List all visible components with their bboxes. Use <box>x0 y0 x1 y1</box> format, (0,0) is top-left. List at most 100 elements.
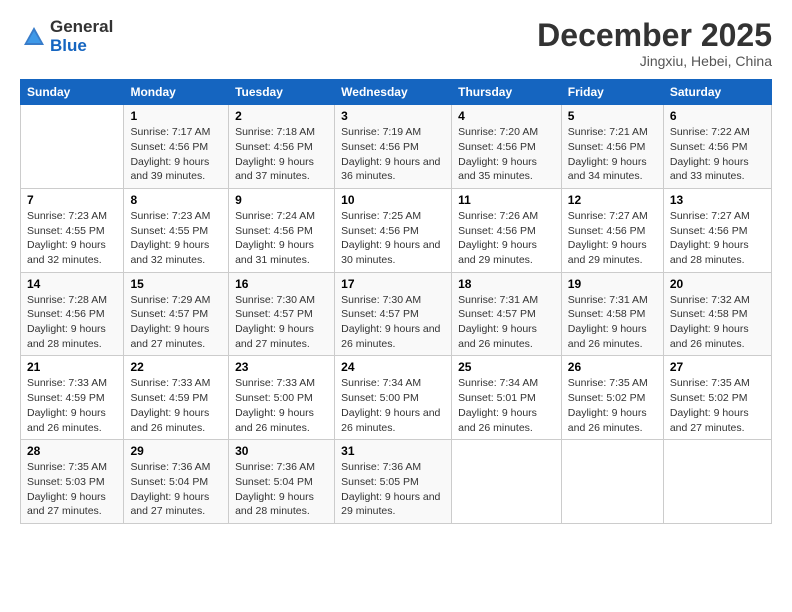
day-number: 2 <box>235 109 328 123</box>
day-number: 11 <box>458 193 555 207</box>
header-friday: Friday <box>561 80 663 105</box>
header-wednesday: Wednesday <box>335 80 452 105</box>
day-number: 15 <box>130 277 222 291</box>
day-info: Sunrise: 7:36 AMSunset: 5:04 PMDaylight:… <box>130 460 222 519</box>
calendar-cell: 27 Sunrise: 7:35 AMSunset: 5:02 PMDayligh… <box>663 356 771 440</box>
day-number: 19 <box>568 277 657 291</box>
calendar-cell: 3Sunrise: 7:19 AMSunset: 4:56 PMDaylight… <box>335 105 452 189</box>
day-info: Sunrise: 7:17 AMSunset: 4:56 PMDaylight:… <box>130 125 222 184</box>
day-info: Sunrise: 7:32 AMSunset: 4:58 PMDaylight:… <box>670 293 765 352</box>
day-number: 26 <box>568 360 657 374</box>
day-info: Sunrise: 7:23 AMSunset: 4:55 PMDaylight:… <box>27 209 117 268</box>
calendar-cell: 28 Sunrise: 7:35 AMSunset: 5:03 PMDayligh… <box>21 440 124 524</box>
calendar-page: General Blue December 2025 Jingxiu, Hebe… <box>0 0 792 612</box>
day-number: 13 <box>670 193 765 207</box>
day-info: Sunrise: 7:30 AMSunset: 4:57 PMDaylight:… <box>341 293 445 352</box>
header-thursday: Thursday <box>452 80 562 105</box>
day-info: Sunrise: 7:27 AMSunset: 4:56 PMDaylight:… <box>670 209 765 268</box>
day-number: 28 <box>27 444 117 458</box>
calendar-cell: 11 Sunrise: 7:26 AMSunset: 4:56 PMDayligh… <box>452 188 562 272</box>
calendar-cell: 6Sunrise: 7:22 AMSunset: 4:56 PMDaylight… <box>663 105 771 189</box>
calendar-cell: 30 Sunrise: 7:36 AMSunset: 5:04 PMDayligh… <box>229 440 335 524</box>
day-number: 29 <box>130 444 222 458</box>
day-info: Sunrise: 7:33 AMSunset: 4:59 PMDaylight:… <box>27 376 117 435</box>
calendar-cell <box>561 440 663 524</box>
day-info: Sunrise: 7:34 AMSunset: 5:01 PMDaylight:… <box>458 376 555 435</box>
day-info: Sunrise: 7:21 AMSunset: 4:56 PMDaylight:… <box>568 125 657 184</box>
calendar-cell: 13 Sunrise: 7:27 AMSunset: 4:56 PMDayligh… <box>663 188 771 272</box>
day-info: Sunrise: 7:29 AMSunset: 4:57 PMDaylight:… <box>130 293 222 352</box>
calendar-cell: 29 Sunrise: 7:36 AMSunset: 5:04 PMDayligh… <box>124 440 229 524</box>
calendar-week-2: 7 Sunrise: 7:23 AMSunset: 4:55 PMDaylight… <box>21 188 772 272</box>
calendar-cell: 4Sunrise: 7:20 AMSunset: 4:56 PMDaylight… <box>452 105 562 189</box>
calendar-cell: 19 Sunrise: 7:31 AMSunset: 4:58 PMDayligh… <box>561 272 663 356</box>
day-number: 4 <box>458 109 555 123</box>
calendar-week-3: 14 Sunrise: 7:28 AMSunset: 4:56 PMDayligh… <box>21 272 772 356</box>
header-row: Sunday Monday Tuesday Wednesday Thursday… <box>21 80 772 105</box>
day-number: 8 <box>130 193 222 207</box>
day-number: 31 <box>341 444 445 458</box>
day-number: 27 <box>670 360 765 374</box>
day-info: Sunrise: 7:26 AMSunset: 4:56 PMDaylight:… <box>458 209 555 268</box>
calendar-cell: 15 Sunrise: 7:29 AMSunset: 4:57 PMDayligh… <box>124 272 229 356</box>
day-info: Sunrise: 7:23 AMSunset: 4:55 PMDaylight:… <box>130 209 222 268</box>
title-block: December 2025 Jingxiu, Hebei, China <box>537 18 772 69</box>
day-number: 21 <box>27 360 117 374</box>
day-number: 12 <box>568 193 657 207</box>
day-info: Sunrise: 7:30 AMSunset: 4:57 PMDaylight:… <box>235 293 328 352</box>
calendar-cell: 1 Sunrise: 7:17 AMSunset: 4:56 PMDaylight… <box>124 105 229 189</box>
day-info: Sunrise: 7:27 AMSunset: 4:56 PMDaylight:… <box>568 209 657 268</box>
header-saturday: Saturday <box>663 80 771 105</box>
header: General Blue December 2025 Jingxiu, Hebe… <box>20 18 772 69</box>
day-info: Sunrise: 7:34 AMSunset: 5:00 PMDaylight:… <box>341 376 445 435</box>
header-sunday: Sunday <box>21 80 124 105</box>
calendar-cell: 20 Sunrise: 7:32 AMSunset: 4:58 PMDayligh… <box>663 272 771 356</box>
day-number: 20 <box>670 277 765 291</box>
day-number: 30 <box>235 444 328 458</box>
day-info: Sunrise: 7:28 AMSunset: 4:56 PMDaylight:… <box>27 293 117 352</box>
calendar-cell: 25 Sunrise: 7:34 AMSunset: 5:01 PMDayligh… <box>452 356 562 440</box>
calendar-week-1: 1 Sunrise: 7:17 AMSunset: 4:56 PMDaylight… <box>21 105 772 189</box>
calendar-cell: 14 Sunrise: 7:28 AMSunset: 4:56 PMDayligh… <box>21 272 124 356</box>
day-info: Sunrise: 7:31 AMSunset: 4:58 PMDaylight:… <box>568 293 657 352</box>
calendar-cell: 24Sunrise: 7:34 AMSunset: 5:00 PMDayligh… <box>335 356 452 440</box>
day-info: Sunrise: 7:25 AMSunset: 4:56 PMDaylight:… <box>341 209 445 268</box>
day-info: Sunrise: 7:33 AMSunset: 5:00 PMDaylight:… <box>235 376 328 435</box>
day-info: Sunrise: 7:24 AMSunset: 4:56 PMDaylight:… <box>235 209 328 268</box>
calendar-cell: 26Sunrise: 7:35 AMSunset: 5:02 PMDayligh… <box>561 356 663 440</box>
calendar-cell: 12 Sunrise: 7:27 AMSunset: 4:56 PMDayligh… <box>561 188 663 272</box>
day-info: Sunrise: 7:36 AMSunset: 5:04 PMDaylight:… <box>235 460 328 519</box>
calendar-cell: 18Sunrise: 7:31 AMSunset: 4:57 PMDayligh… <box>452 272 562 356</box>
calendar-cell: 31 Sunrise: 7:36 AMSunset: 5:05 PMDayligh… <box>335 440 452 524</box>
day-number: 1 <box>130 109 222 123</box>
title-location: Jingxiu, Hebei, China <box>537 53 772 69</box>
header-monday: Monday <box>124 80 229 105</box>
day-number: 7 <box>27 193 117 207</box>
day-info: Sunrise: 7:22 AMSunset: 4:56 PMDaylight:… <box>670 125 765 184</box>
calendar-week-5: 28 Sunrise: 7:35 AMSunset: 5:03 PMDayligh… <box>21 440 772 524</box>
day-number: 5 <box>568 109 657 123</box>
day-number: 17 <box>341 277 445 291</box>
calendar-cell: 10Sunrise: 7:25 AMSunset: 4:56 PMDayligh… <box>335 188 452 272</box>
logo-icon <box>20 23 48 51</box>
calendar-cell <box>21 105 124 189</box>
day-number: 25 <box>458 360 555 374</box>
calendar-cell: 8 Sunrise: 7:23 AMSunset: 4:55 PMDaylight… <box>124 188 229 272</box>
calendar-cell: 9Sunrise: 7:24 AMSunset: 4:56 PMDaylight… <box>229 188 335 272</box>
day-number: 23 <box>235 360 328 374</box>
day-number: 22 <box>130 360 222 374</box>
day-number: 18 <box>458 277 555 291</box>
title-month: December 2025 <box>537 18 772 53</box>
calendar-cell: 2Sunrise: 7:18 AMSunset: 4:56 PMDaylight… <box>229 105 335 189</box>
day-number: 14 <box>27 277 117 291</box>
calendar-cell: 17 Sunrise: 7:30 AMSunset: 4:57 PMDayligh… <box>335 272 452 356</box>
day-info: Sunrise: 7:35 AMSunset: 5:02 PMDaylight:… <box>670 376 765 435</box>
calendar-cell: 23 Sunrise: 7:33 AMSunset: 5:00 PMDayligh… <box>229 356 335 440</box>
header-tuesday: Tuesday <box>229 80 335 105</box>
calendar-cell <box>452 440 562 524</box>
day-info: Sunrise: 7:36 AMSunset: 5:05 PMDaylight:… <box>341 460 445 519</box>
day-info: Sunrise: 7:35 AMSunset: 5:03 PMDaylight:… <box>27 460 117 519</box>
logo-general: General <box>50 18 113 37</box>
day-number: 16 <box>235 277 328 291</box>
logo: General Blue <box>20 18 113 55</box>
